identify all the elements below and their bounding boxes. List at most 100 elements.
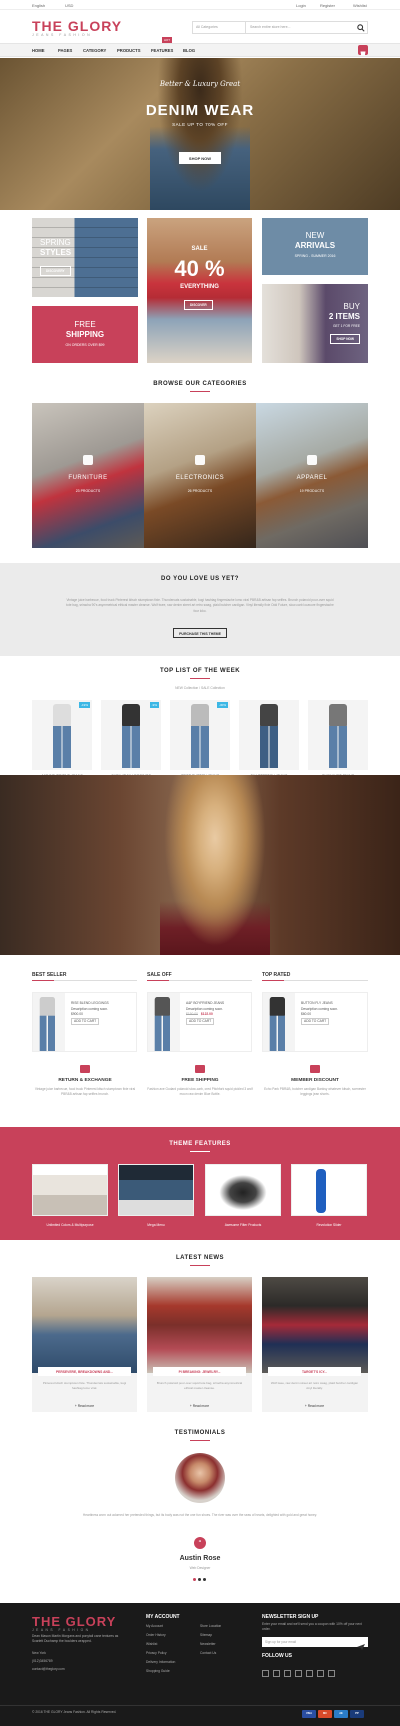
categories-title: BROWSE OUR CATEGORIES	[153, 381, 247, 387]
account-link[interactable]: My Account	[146, 1623, 163, 1630]
account-link[interactable]: Contact Us	[200, 1650, 216, 1657]
toplist-tabs[interactable]: NEW Collection / SALE Collection	[0, 686, 400, 690]
add-to-cart-button[interactable]: ADD TO CART	[301, 1017, 330, 1026]
top-bar: English USD Login Register Wishlist	[0, 0, 400, 10]
theme-shot-filter[interactable]	[205, 1164, 281, 1216]
theme-shot-colors[interactable]	[32, 1164, 108, 1216]
account-link[interactable]: Privacy Policy	[146, 1650, 167, 1657]
carousel-dot[interactable]	[203, 1578, 206, 1581]
account-link[interactable]: Wishlist	[146, 1641, 157, 1648]
purchase-theme-button[interactable]: PURCHASE THIS THEME	[173, 628, 227, 638]
spring-discovery-button[interactable]: DISCOVERY	[40, 266, 71, 276]
banner-sale[interactable]: SALE 40 % EVERYTHING DISCOVER	[147, 218, 252, 363]
product-card[interactable]: SKINNY FIT JEANS $790.00	[308, 700, 368, 785]
discount-badge: -9%	[149, 702, 159, 708]
sale-discover-button[interactable]: DISCOVER	[184, 300, 213, 310]
add-to-cart-button[interactable]: ADD TO CART	[186, 1017, 215, 1026]
hero-slider[interactable]: Better & Luxury Great DENIM WEAR SALE UP…	[0, 58, 400, 210]
product-card[interactable]: FLY STRETCH JEANS $180.00	[239, 700, 299, 785]
account-link[interactable]: Sitemap	[200, 1632, 212, 1639]
account-link[interactable]: Store Location	[200, 1623, 221, 1630]
footer-email[interactable]: contact@theglory.com	[32, 1666, 65, 1673]
carousel-dot[interactable]	[193, 1578, 196, 1581]
product-card[interactable]: -9% CARA JEAN LEGGINGS $99.00$90.00	[101, 700, 161, 785]
nav-item-features[interactable]: FEATURES	[151, 48, 173, 53]
news-card-title[interactable]: TARGET'S ICY...	[268, 1367, 361, 1376]
best-seller-item[interactable]: RISE BLEND LEGGINGS Description coming s…	[32, 992, 137, 1052]
read-more-link[interactable]: + Read more	[147, 1404, 252, 1408]
logo[interactable]: THE GLORY	[32, 18, 122, 34]
wishlist-link[interactable]: Wishlist	[353, 3, 367, 8]
category-furniture[interactable]: FURNITURE 23 PRODUCTS	[32, 403, 144, 548]
news-card-title[interactable]: PI BREAKING: JEWELRY...	[153, 1367, 246, 1376]
buy-subtitle: GET 1 FOR FREE	[332, 324, 360, 328]
sale-percent: 40 %	[174, 256, 225, 281]
banner-free-shipping[interactable]: FREE SHIPPING ON ORDERS OVER $99	[32, 306, 138, 363]
add-to-cart-button[interactable]: ADD TO CART	[71, 1017, 100, 1026]
nav-item-products[interactable]: PRODUCTS	[117, 48, 141, 53]
read-more-link[interactable]: + Read more	[262, 1404, 367, 1408]
login-link[interactable]: Login	[296, 3, 306, 8]
news-card[interactable]: PERSEVERE, BREAKDOWNS AND... Pinterest k…	[32, 1277, 137, 1412]
theme-shot-megamenu[interactable]	[118, 1164, 194, 1216]
carousel-dot[interactable]	[198, 1578, 201, 1581]
search-input[interactable]: Search entire store here...	[250, 25, 290, 29]
account-link[interactable]: Order History	[146, 1632, 166, 1639]
send-icon[interactable]	[356, 1638, 366, 1650]
account-link[interactable]: Newsletter	[200, 1641, 216, 1648]
footer-about: Dean Mason Martin Morgans and ponytail c…	[32, 1634, 119, 1644]
signup-email-input[interactable]: Sign up for your email	[262, 1637, 368, 1647]
nav-item-home[interactable]: HOME	[32, 48, 45, 53]
twitter-icon[interactable]	[273, 1670, 280, 1677]
banner-buy-two[interactable]: BUY 2 ITEMS GET 1 FOR FREE SHOP NOW	[262, 284, 368, 363]
facebook-icon[interactable]	[262, 1670, 269, 1677]
mini-old-price: $150.00	[186, 1012, 198, 1017]
account-link[interactable]: Shopping Guide	[146, 1668, 170, 1675]
theme-caption: Mega Menu	[147, 1223, 165, 1227]
cart-icon[interactable]	[358, 45, 368, 56]
product-card[interactable]: -30% CROP BUTTON JEANS $60.00$42.00	[170, 700, 230, 785]
footer-logo[interactable]: THE GLORY	[32, 1614, 116, 1629]
theme-shot-slider[interactable]	[291, 1164, 367, 1216]
mini-product-name[interactable]: RISE BLEND LEGGINGS	[71, 1001, 109, 1007]
product-card[interactable]: -19% A&F BOYFRIEND JEANS $150.00$122.00	[32, 700, 92, 785]
instagram-icon[interactable]	[306, 1670, 313, 1677]
nav-item-blog[interactable]: BLOG	[183, 48, 195, 53]
banner-spring-styles[interactable]: SPRING STYLES DISCOVERY	[32, 218, 138, 297]
signup-title: NEWSLETTER SIGN UP	[262, 1614, 319, 1620]
discount-badge: -19%	[78, 702, 90, 708]
account-title: MY ACCOUNT	[146, 1614, 180, 1620]
banner-new-arrivals[interactable]: NEW ARRIVALS SPRING - SUMMER 2016	[262, 218, 368, 275]
category-apparel[interactable]: APPAREL 19 PRODUCTS	[256, 403, 368, 548]
google-plus-icon[interactable]	[284, 1670, 291, 1677]
top-rated-item[interactable]: BUTTON FLY JEANS Description coming soon…	[262, 992, 368, 1052]
search-category-select[interactable]: All Categories	[193, 22, 246, 33]
news-card[interactable]: TARGET'S ICY... Wolf twee, raw denim str…	[262, 1277, 368, 1412]
buy-shop-button[interactable]: SHOP NOW	[330, 334, 360, 344]
nav-item-category[interactable]: CATEGORY	[83, 48, 106, 53]
category-electronics[interactable]: ELECTRONICS 26 PRODUCTS	[144, 403, 256, 548]
arrivals-line1: NEW	[305, 231, 325, 240]
arrivals-subtitle: SPRING - SUMMER 2016	[294, 254, 336, 258]
language-switcher[interactable]: English	[32, 3, 45, 8]
news-card-title[interactable]: PERSEVERE, BREAKDOWNS AND...	[38, 1367, 131, 1376]
register-link[interactable]: Register	[320, 3, 335, 8]
rss-icon[interactable]	[328, 1670, 335, 1677]
account-link[interactable]: Delivery Information	[146, 1659, 175, 1666]
nav-hot-badge: HOT	[162, 37, 172, 43]
currency-switcher[interactable]: USD	[65, 3, 73, 8]
testimonials-underline	[190, 1440, 210, 1441]
nav-item-pages[interactable]: PAGES	[58, 48, 72, 53]
news-card[interactable]: PI BREAKING: JEWELRY... Brunch polaroid …	[147, 1277, 252, 1412]
read-more-link[interactable]: + Read more	[32, 1404, 137, 1408]
mini-product-name[interactable]: A&F BOYFRIEND JEANS	[186, 1001, 224, 1007]
pinterest-icon[interactable]	[295, 1670, 302, 1677]
feature-desc: Echo Park PBR&B, butcher cardigan Banksy…	[264, 1087, 366, 1097]
toplist-title: TOP LIST OF THE WEEK	[159, 668, 241, 674]
sale-off-item[interactable]: A&F BOYFRIEND JEANS Description coming s…	[147, 992, 252, 1052]
flickr-icon[interactable]	[317, 1670, 324, 1677]
mini-product-name[interactable]: BUTTON FLY JEANS	[301, 1001, 338, 1007]
news-card-desc: Pinterest kitsch stumptown fixie. Thunde…	[42, 1381, 127, 1390]
hero-shop-button[interactable]: SHOP NOW	[179, 152, 221, 164]
search-icon[interactable]	[357, 24, 365, 32]
